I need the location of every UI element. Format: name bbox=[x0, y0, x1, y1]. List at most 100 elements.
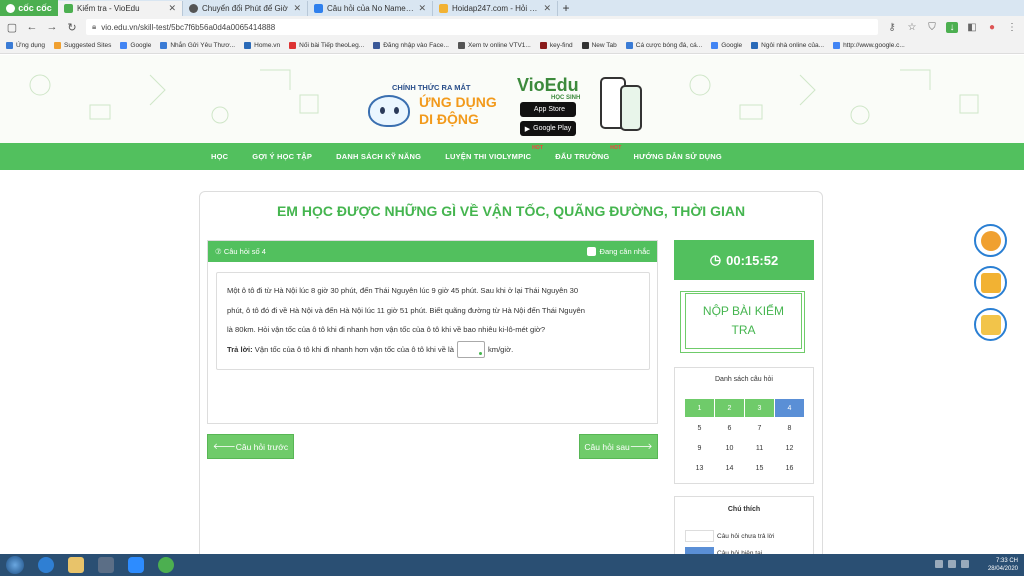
nav-item-violympic[interactable]: LUYỆN THI VIOLYMPIC HOT bbox=[445, 145, 543, 161]
question-cell[interactable]: 9 bbox=[685, 439, 714, 457]
network-icon[interactable] bbox=[948, 560, 956, 568]
question-cell[interactable]: 8 bbox=[775, 419, 804, 437]
new-tab-button[interactable]: + bbox=[558, 1, 574, 16]
bookmark-item[interactable]: Cá cược bóng đá, cá... bbox=[625, 42, 702, 49]
nav-item-huong-dan[interactable]: HƯỚNG DẪN SỬ DỤNG bbox=[633, 152, 722, 161]
hot-badge: HOT bbox=[610, 145, 622, 151]
question-cell[interactable]: 4 bbox=[775, 399, 804, 417]
close-tab-icon[interactable]: ✕ bbox=[168, 3, 176, 14]
nav-item-dau-truong[interactable]: ĐẤU TRƯỜNG HOT bbox=[555, 145, 621, 161]
star-icon[interactable]: ☆ bbox=[906, 22, 918, 33]
arrow-right-icon: 🡒︎ bbox=[629, 441, 653, 451]
bookmark-item[interactable]: Google bbox=[711, 42, 742, 49]
flag-checkbox[interactable]: Đang cân nhắc bbox=[586, 247, 650, 256]
bookmark-item[interactable]: Đăng nhập vào Face... bbox=[373, 42, 449, 49]
media-icon[interactable] bbox=[98, 557, 114, 573]
sidebar-toggle-icon[interactable]: ▢ bbox=[6, 21, 18, 34]
browser-tab-4[interactable]: Hoidap247.com - Hỏi đáp bài ✕ bbox=[433, 1, 558, 16]
bookmark-item[interactable]: key-find bbox=[539, 42, 573, 49]
question-cell[interactable]: 13 bbox=[685, 459, 714, 477]
prev-question-button[interactable]: 🡐︎ Câu hỏi trước bbox=[207, 434, 294, 459]
coccoc-menu-button[interactable]: cốc cốc bbox=[0, 0, 58, 16]
back-icon[interactable]: ← bbox=[26, 21, 38, 33]
nav-item-hoc[interactable]: HỌC bbox=[211, 152, 228, 161]
bookmark-item[interactable]: Suggested Sites bbox=[54, 42, 111, 49]
question-cell[interactable]: 11 bbox=[745, 439, 774, 457]
bookmark-label: Nhắn Gửi Yêu Thươ... bbox=[170, 42, 236, 49]
coccoc-icon[interactable]: ● bbox=[986, 22, 998, 33]
question-cell[interactable]: 14 bbox=[715, 459, 744, 477]
question-cell[interactable]: 16 bbox=[775, 459, 804, 477]
menu-icon[interactable]: ⋮ bbox=[1006, 22, 1018, 33]
bookmark-item[interactable]: New Tab bbox=[581, 42, 617, 49]
launch-label: CHÍNH THỨC RA MẮT bbox=[392, 83, 471, 92]
prev-label: Câu hỏi trước bbox=[235, 441, 289, 452]
checkbox-icon[interactable] bbox=[586, 247, 596, 256]
answer-input[interactable] bbox=[456, 341, 485, 358]
tab-title: Câu hỏi của No Name - Toán bbox=[327, 4, 414, 13]
bookmark-item[interactable]: Xem tv online VTV1... bbox=[457, 42, 531, 49]
download-icon[interactable]: ↓ bbox=[946, 21, 958, 33]
app-banner[interactable]: CHÍNH THỨC RA MẮT ỨNG DỤNG DI ĐỘNG VioEdu… bbox=[0, 55, 1024, 143]
diamond-icon bbox=[980, 272, 1001, 293]
volume-icon[interactable] bbox=[961, 560, 969, 568]
browser-tab-1[interactable]: Kiểm tra - VioEdu ✕ bbox=[58, 1, 183, 16]
flag-icon[interactable] bbox=[935, 560, 943, 568]
bookmark-item[interactable]: Google bbox=[120, 42, 151, 49]
question-cell[interactable]: 7 bbox=[745, 419, 774, 437]
close-tab-icon[interactable]: ✕ bbox=[543, 3, 551, 14]
browser-tab-3[interactable]: Câu hỏi của No Name - Toán ✕ bbox=[308, 1, 433, 16]
app-title: ỨNG DỤNG DI ĐỘNG bbox=[419, 94, 497, 128]
app-store-label: App Store bbox=[533, 106, 566, 113]
bookmark-item[interactable]: http://www.google.c... bbox=[833, 42, 905, 49]
bookmark-item[interactable]: Nhắn Gửi Yêu Thươ... bbox=[160, 42, 235, 49]
question-list: Danh sách câu hỏi 1 2 3 4 5 6 7 8 9 10 11 12 13 14 15 1… bbox=[674, 367, 814, 484]
ie-icon[interactable] bbox=[38, 557, 54, 573]
extension-icon[interactable]: ◧ bbox=[966, 22, 978, 33]
float-rank-button[interactable] bbox=[974, 266, 1007, 299]
start-button[interactable] bbox=[6, 556, 24, 574]
bookmark-icon bbox=[751, 42, 759, 49]
bookmark-label: Home.vn bbox=[254, 42, 281, 49]
bookmark-item[interactable]: Nối bài Tiếp theoLeg... bbox=[289, 42, 364, 49]
forward-icon[interactable]: → bbox=[46, 21, 58, 33]
zoom-icon[interactable] bbox=[128, 557, 144, 573]
bookmark-item[interactable]: Home.vn bbox=[244, 42, 280, 49]
url-field[interactable]: 🔒︎ vio.edu.vn/skill-test/5bc7f6b56a0d4a0… bbox=[86, 19, 878, 35]
bookmark-item[interactable]: Ứng dụng bbox=[6, 42, 45, 49]
hoidap-favicon-icon bbox=[439, 4, 448, 13]
reload-icon[interactable]: ↻ bbox=[66, 21, 78, 34]
close-tab-icon[interactable]: ✕ bbox=[293, 3, 301, 14]
shield-icon[interactable]: ⛉ bbox=[926, 22, 938, 33]
browser-tab-2[interactable]: Chuyển đổi Phút để Giờ ✕ bbox=[183, 1, 308, 16]
float-notes-button[interactable] bbox=[974, 308, 1007, 341]
question-cell[interactable]: 5 bbox=[685, 419, 714, 437]
coccoc-taskbar-icon[interactable] bbox=[158, 557, 174, 573]
question-cell[interactable]: 2 bbox=[715, 399, 744, 417]
float-shop-button[interactable] bbox=[974, 224, 1007, 257]
question-text-line: phút, ô tô đó đi về Hà Nội và đến Hà Nội… bbox=[227, 305, 585, 315]
folder-icon[interactable] bbox=[68, 557, 84, 573]
bookmark-label: Nối bài Tiếp theoLeg... bbox=[299, 42, 365, 49]
question-cell[interactable]: 3 bbox=[745, 399, 774, 417]
question-cell[interactable]: 6 bbox=[715, 419, 744, 437]
question-cell[interactable]: 15 bbox=[745, 459, 774, 477]
next-question-button[interactable]: Câu hỏi sau 🡒︎ bbox=[579, 434, 658, 459]
bookmark-icon bbox=[711, 42, 719, 49]
google-play-button[interactable]: ▶ Google Play bbox=[520, 121, 576, 136]
nav-item-ky-nang[interactable]: DANH SÁCH KỸ NĂNG bbox=[336, 152, 421, 161]
clock[interactable]: 7:33 CH 28/04/2020 bbox=[988, 557, 1018, 573]
app-store-button[interactable]: App Store bbox=[520, 102, 576, 117]
bookmark-item[interactable]: Ngôi nhà online của... bbox=[751, 42, 824, 49]
question-cell[interactable]: 12 bbox=[775, 439, 804, 457]
question-list-title: Danh sách câu hỏi bbox=[715, 376, 773, 383]
submit-test-button[interactable]: NỘP BÀI KIỂM TRA bbox=[685, 293, 802, 349]
nav-item-goi-y[interactable]: GỢI Ý HỌC TẬP bbox=[252, 152, 312, 161]
close-tab-icon[interactable]: ✕ bbox=[418, 3, 426, 14]
arrow-left-icon: 🡐︎ bbox=[212, 441, 236, 451]
question-cell[interactable]: 10 bbox=[715, 439, 744, 457]
key-icon[interactable]: ⚷ bbox=[886, 22, 898, 33]
vioedu-favicon-icon bbox=[64, 4, 73, 13]
question-cell[interactable]: 1 bbox=[685, 399, 714, 417]
vioedu-logo-sub: HỌC SINH bbox=[551, 95, 581, 101]
